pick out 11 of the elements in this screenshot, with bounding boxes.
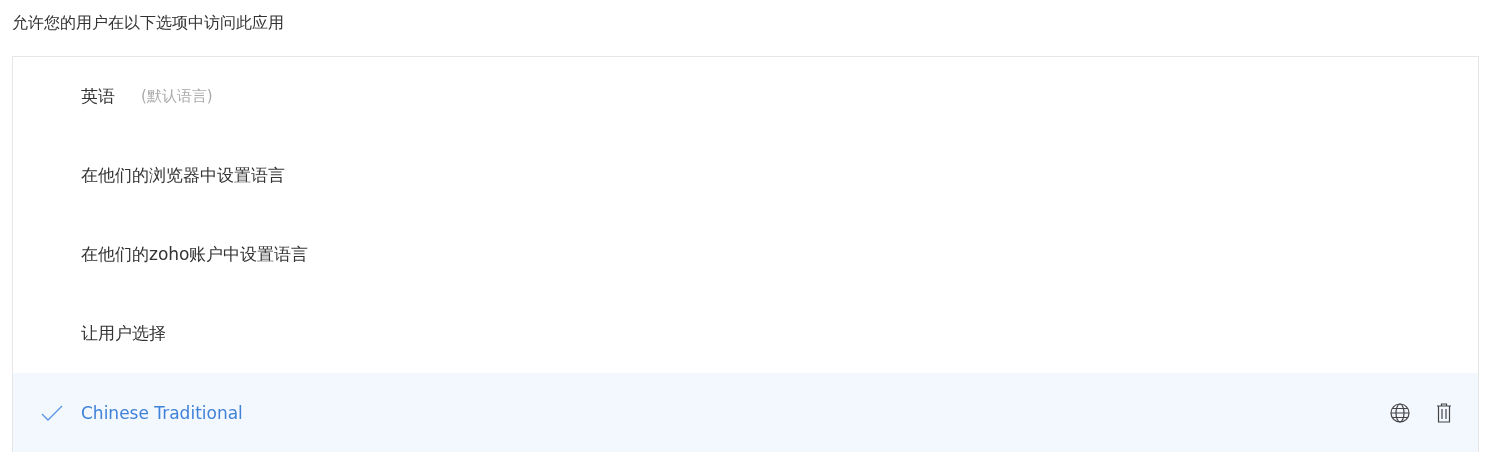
option-label: 在他们的浏览器中设置语言 bbox=[81, 164, 285, 187]
option-label: 英语 bbox=[81, 85, 115, 108]
trash-icon[interactable] bbox=[1436, 402, 1452, 423]
globe-icon[interactable] bbox=[1390, 402, 1410, 423]
section-heading: 允许您的用户在以下选项中访问此应用 bbox=[12, 12, 285, 34]
check-icon bbox=[41, 404, 63, 421]
option-label: 让用户选择 bbox=[81, 322, 166, 345]
option-label: Chinese Traditional bbox=[81, 402, 243, 423]
language-option[interactable]: Chinese Traditional bbox=[13, 373, 1478, 452]
option-note: (默认语言) bbox=[141, 87, 213, 106]
option-label: 在他们的zoho账户中设置语言 bbox=[81, 243, 309, 266]
